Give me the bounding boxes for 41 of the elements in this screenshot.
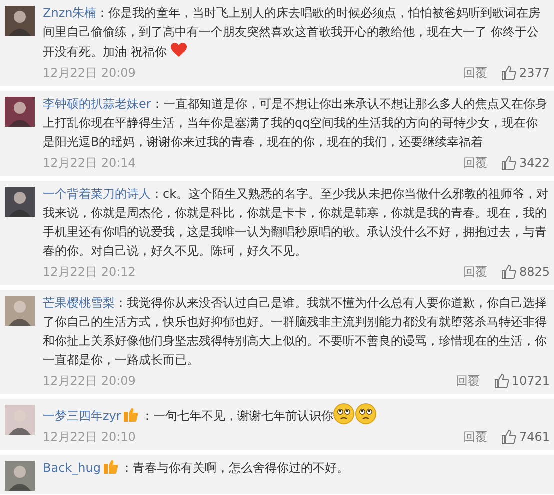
like-count: 8825 [519, 264, 550, 280]
reply-link[interactable]: 回覆 [456, 372, 480, 390]
comment-text: 一个背着菜刀的诗人：ck。这个陌生又熟悉的名字。至少我从未把你当做什么邪教的祖师爷，对我来说，你就是周杰伦，你就是科比，你就是卡卡，你就是韩寒，你就是我的青春。现在，我的手机里还有你唱的说爱我，这是我唯一认为翻唱秒原唱的歌。承认没什么不好，拥抱过去，与青春的你。对自己说，好久不见。陈珂，好久不见。 [43, 186, 550, 260]
avatar-icon [5, 97, 35, 127]
comment-text: 一梦三四年zyr ：一句七年不见，谢谢七年前认识你 [43, 403, 550, 426]
thumbs-up-icon[interactable] [501, 264, 518, 280]
sad-face-icon [355, 403, 378, 425]
reply-link[interactable]: 回覆 [463, 262, 488, 280]
sad-face-icon [333, 403, 356, 425]
thumbs-up-icon[interactable] [501, 64, 518, 80]
thumbs-up-icon[interactable] [501, 154, 518, 170]
user-link[interactable]: 李钟硕的扒蒜老妹er [43, 97, 152, 111]
comment-time: 12月22日 20:14 [43, 154, 136, 172]
comment-time: 12月22日 20:10 [43, 428, 136, 446]
thumbs-up-icon[interactable] [494, 372, 510, 388]
avatar-icon [5, 405, 35, 435]
like-count: 10721 [512, 372, 550, 390]
user-link[interactable]: 一梦三四年zyr [43, 409, 122, 423]
user-link[interactable]: Back_hug [43, 461, 101, 475]
avatar-icon [5, 296, 35, 326]
avatar-icon [5, 187, 35, 217]
user-link[interactable]: Znzn朱楠 [43, 6, 97, 20]
comment-time: 12月22日 20:12 [43, 264, 136, 280]
reply-link[interactable]: 回覆 [463, 428, 488, 446]
user-link[interactable]: 芒果樱桃雪梨 [43, 296, 115, 310]
comment-time: 12月22日 20:09 [43, 64, 136, 82]
like-count: 7461 [519, 428, 550, 446]
comment-text: 李钟硕的扒蒜老妹er：一直都知道是你，可是不想让你出来承认不想让那么多人的焦点又在你身上打乱你现在平静得生活，当年你是塞满了我的qq空间我的生活我的方向的哥特少女，现在你是阳光逗B的瑶妈，谢谢你来过我的青春，现在的你，现在的我们，还要继续幸福着 [43, 96, 548, 151]
heart-icon [170, 42, 188, 58]
comment-text: Back_hug ：青春与你有关啊，怎么舍得你过的不好。 [43, 459, 350, 477]
reply-link[interactable]: 回覆 [463, 154, 488, 172]
user-link[interactable]: 一个背着菜刀的诗人 [43, 187, 151, 201]
comment-time: 12月22日 20:09 [43, 372, 136, 390]
avatar-icon [5, 6, 35, 36]
comment-text: Znzn朱楠：你是我的童年，当时飞上别人的床去唱歌的时候必须点，怕怕被爸妈听到歌词在房间里自己偷偷练，到了高中有一个朋友突然喜欢这首歌我开心的教给他，现在大一了 你终于公开没有死。加油 祝福你 [43, 5, 542, 61]
thumbs-up-icon[interactable] [501, 428, 518, 444]
like-count: 3422 [519, 154, 550, 172]
avatar-icon [5, 461, 35, 491]
comment-text: 芒果樱桃雪梨：我觉得你从来没否认过自己是谁。我就不懂为什么总有人要你道歉，你自己选择了你自己的生活方式，快乐也好抑郁也好。一群脑残非主流判别能力都没有就堕落杀马特还非得和你扯上关系好像他们身坚志残得特别高大上似的。不要听不善良的谩骂，珍惜现在的生活，你一直都是你，一路成长而已。 [43, 295, 548, 369]
reply-link[interactable]: 回覆 [463, 64, 488, 82]
like-count: 2377 [519, 64, 550, 82]
